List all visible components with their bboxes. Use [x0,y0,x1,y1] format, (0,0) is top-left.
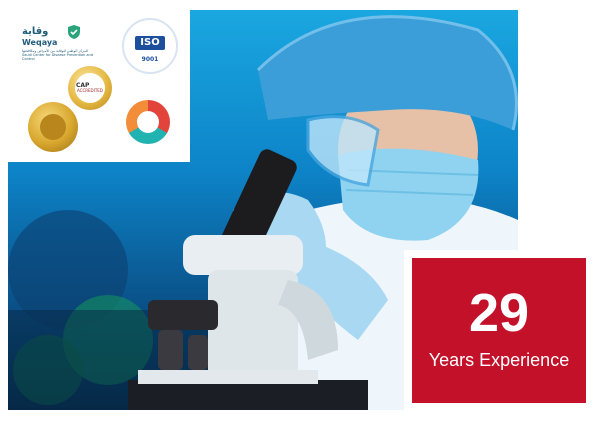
weqaya-arabic-name: وقاية [22,26,49,37]
weqaya-subtitle: المركز الوطني للوقاية من الأمراض ومكافحت… [22,49,93,61]
iso-label: ISO [135,36,165,50]
cap-accredited-seal: CAP ACCREDITED [68,66,112,110]
cap-sub: ACCREDITED [77,88,103,93]
weqaya-logo: وقاية Weqaya المركز الوطني للوقاية من ال… [22,24,94,61]
color-ring-logo [126,100,170,144]
jci-seal-inner [40,114,66,140]
experience-card-background: 29 Years Experience [412,258,586,403]
experience-years-value: 29 [468,283,530,343]
experience-card: 29 Years Experience [404,250,594,411]
accreditation-logos-panel: وقاية Weqaya المركز الوطني للوقاية من ال… [8,10,190,162]
jci-gold-seal [28,102,78,152]
color-ring-inner [137,111,159,133]
iso-number: 9001 [141,56,159,63]
shield-check-icon [68,25,80,39]
experience-years-label: Years Experience [428,350,570,370]
iso-9001-logo: ISO 9001 [122,18,178,74]
weqaya-name: Weqaya [22,38,58,47]
